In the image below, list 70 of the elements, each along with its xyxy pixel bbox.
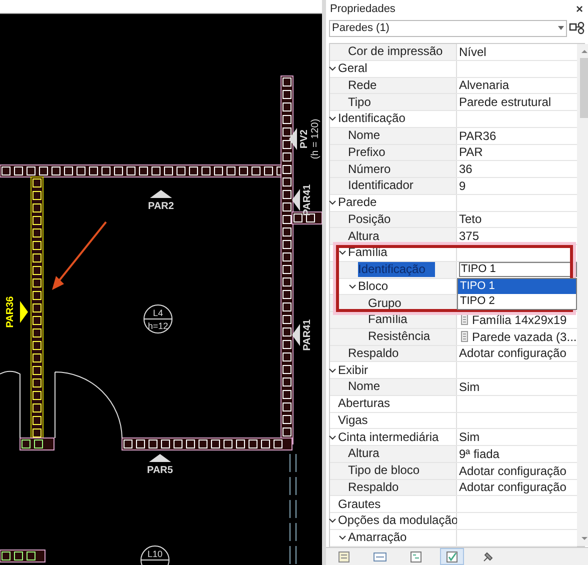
chevron-down-icon[interactable] <box>339 534 346 542</box>
block-icon <box>461 331 468 342</box>
wall-tag[interactable]: PAR2 <box>148 190 174 212</box>
property-value: 36 <box>459 161 472 178</box>
scrollbar-thumb[interactable] <box>580 58 588 118</box>
category-label[interactable]: Família <box>348 245 388 260</box>
property-value: Adotar configuração <box>459 345 566 362</box>
category-label[interactable]: Identificação <box>338 111 406 126</box>
scrollbar[interactable] <box>576 44 588 546</box>
wall-tag[interactable]: PAR41 <box>292 319 313 351</box>
property-value: Parede estrutural <box>459 94 552 112</box>
category-label[interactable]: Exibir <box>338 362 368 378</box>
property-value: 9ª fiada <box>459 446 500 463</box>
property-label[interactable]: Tipo <box>348 94 371 110</box>
block-icon <box>461 314 468 326</box>
property-value: PAR36 <box>459 128 496 145</box>
category-label[interactable]: Vigas <box>338 412 368 428</box>
property-value: Teto <box>459 211 482 228</box>
arrow-drawing <box>52 221 107 290</box>
drawing-canvas[interactable]: PV2 (h = 120) PAR2 PAR41 L4 h=12 PAR36 PAR41 PAR5 L10 <box>0 0 326 565</box>
property-value: Adotar configuração <box>459 462 566 480</box>
wall-tag[interactable]: PAR41 <box>292 184 313 216</box>
category-label[interactable]: Cinta intermediária <box>338 430 439 445</box>
wall-drawing <box>20 438 54 450</box>
property-value: Adotar configuração <box>459 479 566 496</box>
category-label[interactable]: Geral <box>338 61 368 76</box>
property-value: Alvenaria <box>459 77 510 94</box>
value-dropdown[interactable]: TIPO 1 <box>459 262 577 278</box>
property-value: Sim <box>459 378 480 396</box>
property-value: 375 <box>459 228 480 246</box>
wall-tag-note: (h = 120) <box>310 118 321 160</box>
wall-tag[interactable]: PAR36 <box>5 296 28 328</box>
category-label[interactable]: Parede <box>338 195 377 210</box>
chevron-down-icon[interactable] <box>329 65 336 72</box>
chevron-down-icon[interactable] <box>329 199 336 206</box>
wall-tag[interactable]: PAR5 <box>147 454 173 476</box>
window-icon <box>373 550 387 564</box>
checklist-icon <box>445 550 459 564</box>
chevron-down-icon[interactable] <box>329 115 336 122</box>
property-value: Sim <box>459 429 480 446</box>
category-label[interactable]: Opções da modulação <box>338 513 458 528</box>
filter-icon[interactable] <box>569 21 585 35</box>
property-value: Nível <box>459 44 486 61</box>
selection-dropdown[interactable]: Paredes (1) <box>329 20 567 36</box>
chevron-down-icon[interactable] <box>329 366 336 374</box>
category-label[interactable]: Bloco <box>358 278 388 294</box>
wall-tag[interactable]: PV2 <box>289 128 310 150</box>
list-icon <box>337 550 351 564</box>
toolbar-button[interactable] <box>440 548 464 565</box>
chevron-down-icon[interactable] <box>329 434 336 441</box>
chevron-down-icon[interactable] <box>339 249 346 256</box>
dropdown-option[interactable]: TIPO 1 <box>458 278 576 294</box>
category-label[interactable]: Amarração <box>348 530 407 546</box>
property-value: PAR <box>459 144 483 162</box>
property-value: Parede vazada (3... <box>472 328 577 346</box>
category-label[interactable]: Grautes <box>338 496 381 512</box>
slab-tag[interactable]: L4 h=12 <box>144 304 172 334</box>
dropdown-option[interactable]: TIPO 2 <box>458 294 576 309</box>
property-value: 9 <box>459 178 466 195</box>
category-label[interactable]: Aberturas <box>338 396 390 412</box>
chevron-down-icon[interactable] <box>329 517 336 524</box>
pin-icon <box>481 550 495 564</box>
close-button[interactable]: × <box>574 3 584 15</box>
slab-tag[interactable]: L10 <box>140 546 170 565</box>
property-value: Família 14x29x19 <box>472 312 567 329</box>
chevron-down-icon[interactable] <box>349 282 356 290</box>
tree-icon <box>409 550 423 564</box>
panel-title: Propriedades <box>330 2 396 17</box>
caret-icon <box>558 26 564 30</box>
wall-drawing <box>0 550 46 562</box>
